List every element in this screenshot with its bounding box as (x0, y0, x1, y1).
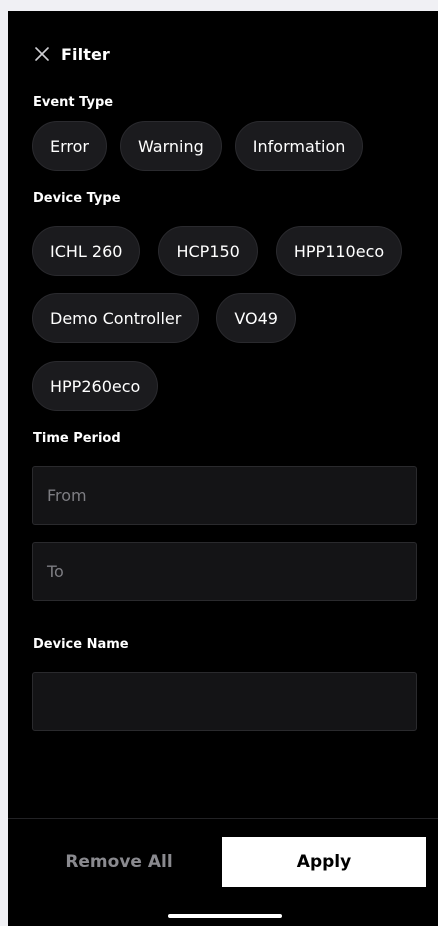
chip-hpp110eco[interactable]: HPP110eco (275, 226, 403, 276)
chip-demo-controller[interactable]: Demo Controller (32, 293, 200, 343)
filter-panel: Filter Event Type Error Warning Informat… (8, 11, 438, 926)
event-type-chips: Error Warning Information (32, 121, 364, 171)
page-title: Filter (61, 44, 110, 64)
chip-vo49[interactable]: VO49 (216, 293, 296, 343)
chip-ichl-260[interactable]: ICHL 260 (32, 226, 141, 276)
device-type-chips-row-2: Demo Controller VO49 (32, 293, 296, 343)
device-type-chips-row-1: ICHL 260 HCP150 HPP110eco (32, 226, 403, 276)
close-icon[interactable] (33, 45, 51, 63)
device-type-chips-row-3: HPP260eco (32, 361, 159, 411)
home-indicator (168, 914, 282, 918)
apply-button[interactable]: Apply (222, 837, 426, 887)
event-type-label: Event Type (33, 95, 114, 110)
filter-header: Filter (33, 43, 110, 65)
from-date-field[interactable]: From (32, 466, 417, 525)
chip-warning[interactable]: Warning (120, 121, 222, 171)
time-period-label: Time Period (33, 431, 121, 446)
chip-hcp150[interactable]: HCP150 (158, 226, 258, 276)
device-name-label: Device Name (33, 637, 129, 652)
remove-all-button[interactable]: Remove All (8, 837, 230, 887)
device-name-input[interactable] (32, 672, 417, 731)
chip-information[interactable]: Information (234, 121, 364, 171)
footer-divider (8, 818, 438, 819)
to-date-field[interactable]: To (32, 542, 417, 601)
chip-hpp260eco[interactable]: HPP260eco (32, 361, 159, 411)
chip-error[interactable]: Error (32, 121, 107, 171)
device-type-label: Device Type (33, 191, 121, 206)
